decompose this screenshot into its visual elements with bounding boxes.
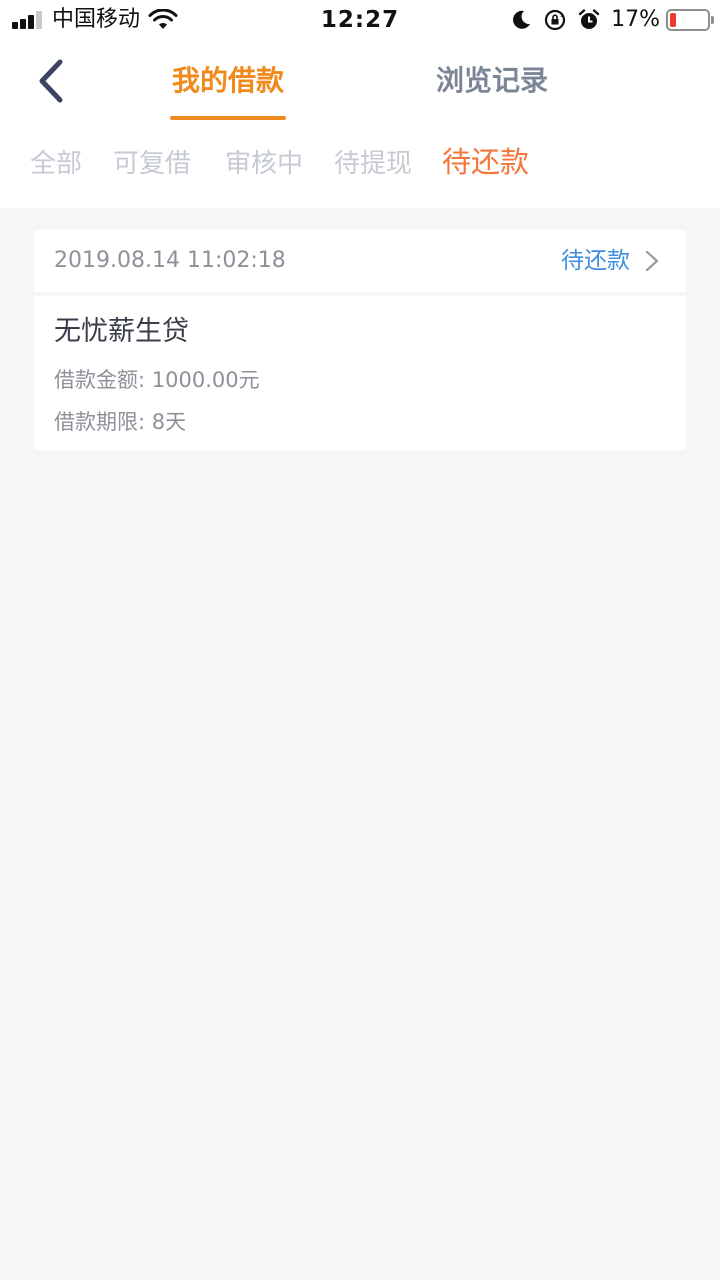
loan-datetime: 2019.08.14 11:02:18 <box>54 248 286 273</box>
top-navigation: 我的借款 浏览记录 <box>0 40 720 128</box>
tab-my-loans-label: 我的借款 <box>171 64 284 97</box>
active-tab-underline <box>170 116 286 120</box>
loan-term-label: 借款期限: <box>54 410 146 434</box>
loan-card-header[interactable]: 2019.08.14 11:02:18 待还款 <box>34 230 686 292</box>
loan-term: 借款期限: 8天 <box>54 406 186 438</box>
tab-browse-history[interactable]: 浏览记录 <box>434 62 550 120</box>
filter-all[interactable]: 全部 <box>30 144 82 184</box>
filter-reborrowable[interactable]: 可复借 <box>113 144 191 184</box>
loan-status: 待还款 <box>561 248 630 274</box>
tab-my-loans[interactable]: 我的借款 <box>170 62 286 120</box>
loan-product-name: 无忧薪生贷 <box>54 316 189 347</box>
alarm-icon <box>578 9 600 29</box>
battery-icon <box>666 9 714 31</box>
loan-records-screen: 中国移动 12:27 17% 我的借款 浏览记录 全部 可复借 审核中 待提现 … <box>0 0 720 1280</box>
filter-under-review[interactable]: 审核中 <box>225 144 303 184</box>
loan-card-body[interactable]: 无忧薪生贷 借款金额: 1000.00元 借款期限: 8天 <box>34 296 686 450</box>
loan-amount-value: 1000.00元 <box>151 368 260 392</box>
loan-amount-label: 借款金额: <box>54 368 146 392</box>
filter-pending-withdrawal[interactable]: 待提现 <box>334 144 412 184</box>
battery-level <box>670 13 676 27</box>
status-bar: 中国移动 12:27 17% <box>0 0 720 40</box>
chevron-left-icon[interactable] <box>30 56 74 106</box>
moon-icon <box>513 10 531 29</box>
loan-term-value: 8天 <box>151 410 187 434</box>
battery-percent: 17% <box>611 7 660 32</box>
filter-pending-repayment[interactable]: 待还款 <box>442 142 529 182</box>
loan-amount: 借款金额: 1000.00元 <box>54 364 260 396</box>
chevron-right-icon <box>645 250 659 272</box>
status-right: 17% <box>499 6 714 34</box>
tab-browse-history-label: 浏览记录 <box>435 64 548 97</box>
rotation-lock-icon <box>544 9 566 31</box>
status-filter-bar: 全部 可复借 审核中 待提现 待还款 <box>0 128 720 208</box>
